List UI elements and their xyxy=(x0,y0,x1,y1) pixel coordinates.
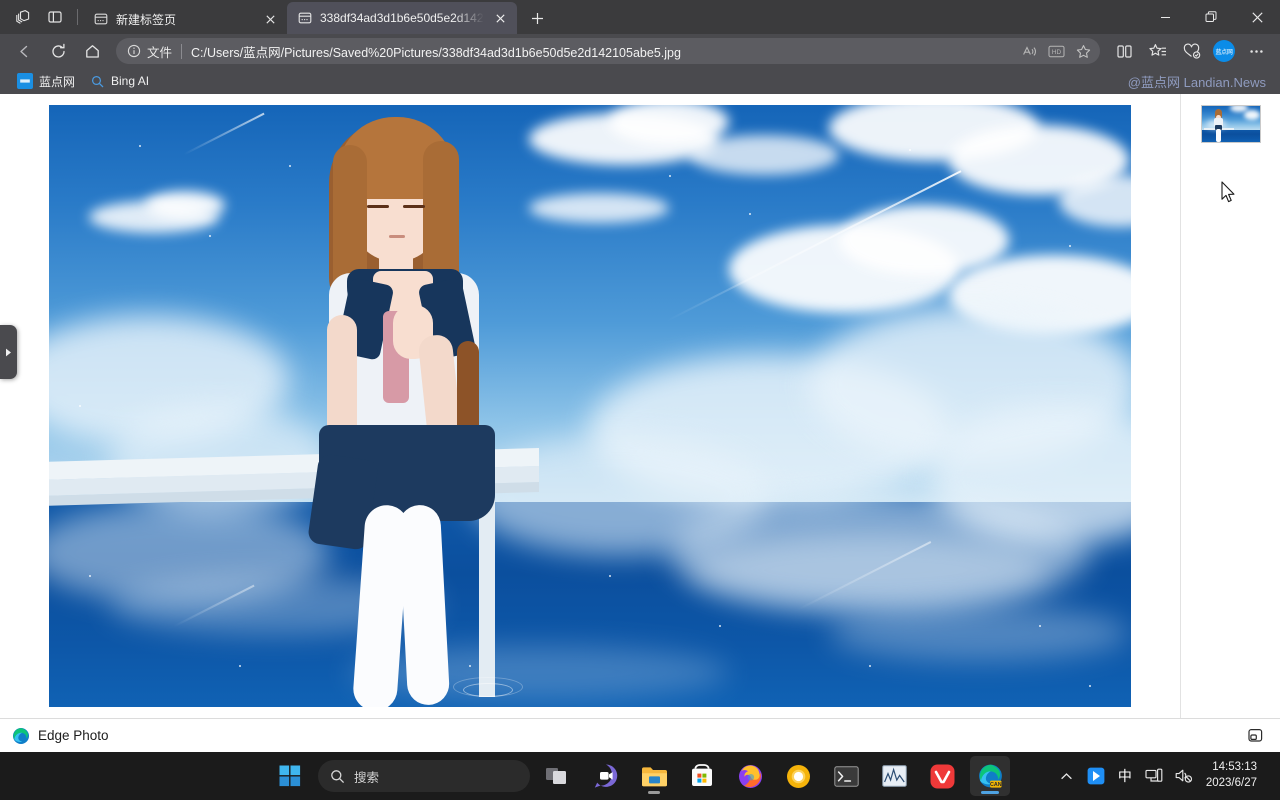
url-text: C:/Users/蓝点网/Pictures/Saved%20Pictures/3… xyxy=(191,45,681,60)
close-button[interactable] xyxy=(1234,0,1280,34)
terminal-icon[interactable] xyxy=(826,756,866,796)
picture-in-picture-icon[interactable] xyxy=(1242,724,1268,748)
ime-indicator[interactable]: 中 xyxy=(1112,756,1138,796)
store-icon[interactable] xyxy=(682,756,722,796)
search-icon xyxy=(330,769,345,784)
status-app-name: Edge Photo xyxy=(38,728,109,743)
bookmark-item-landian[interactable]: 蓝点网 xyxy=(10,71,82,92)
clock-date: 2023/6/27 xyxy=(1205,777,1257,789)
back-button[interactable] xyxy=(8,37,40,65)
expand-panel-arrow[interactable] xyxy=(0,325,17,379)
landian-favicon xyxy=(17,73,33,89)
network-icon[interactable] xyxy=(1140,756,1168,796)
url-scheme-label: 文件 xyxy=(147,45,173,60)
tab-close-icon[interactable] xyxy=(491,9,509,27)
illustration-figure xyxy=(277,105,567,707)
tab-title: 338df34ad3d1b6e50d5e2d14210 xyxy=(320,11,484,25)
svg-text:HD: HD xyxy=(1051,49,1061,56)
collections-icon[interactable] xyxy=(1176,37,1208,65)
tab-strip-left-controls xyxy=(0,0,83,34)
omnibox-divider xyxy=(181,43,183,59)
page-content xyxy=(0,94,1280,718)
bookmarks-bar: 蓝点网 Bing AI @蓝点网 Landian.News xyxy=(0,68,1280,94)
status-bar-actions xyxy=(1242,724,1268,748)
task-view-icon[interactable] xyxy=(538,756,578,796)
split-pane-icon[interactable] xyxy=(40,3,70,31)
firefox-icon[interactable] xyxy=(730,756,770,796)
vivaldi-icon[interactable] xyxy=(922,756,962,796)
site-watermark: @蓝点网 Landian.News xyxy=(1127,75,1266,90)
search-icon xyxy=(89,73,105,89)
displayed-image xyxy=(49,105,1131,707)
edge-icon xyxy=(12,727,30,745)
hd-badge-icon[interactable]: HD xyxy=(1043,40,1069,62)
address-bar[interactable]: 文件 C:/Users/蓝点网/Pictures/Saved%20Picture… xyxy=(116,38,1100,64)
svg-text:CAN: CAN xyxy=(989,781,1001,787)
tab-item[interactable]: 338df34ad3d1b6e50d5e2d14210 xyxy=(287,2,517,34)
info-icon[interactable] xyxy=(126,43,142,59)
bookmark-label: Bing AI xyxy=(111,74,150,88)
windows-taskbar: 搜索 CAN 中 14:53:13 2023/6/27 xyxy=(0,752,1280,800)
tab-item[interactable]: 新建标签页 xyxy=(83,4,287,34)
mouse-cursor xyxy=(1221,181,1237,209)
system-tray: 中 14:53:13 2023/6/27 xyxy=(1054,752,1280,800)
chevron-up-icon[interactable] xyxy=(1054,756,1080,796)
image-viewer[interactable] xyxy=(0,94,1180,718)
blue-app-icon[interactable] xyxy=(1082,756,1110,796)
toolbar-divider xyxy=(77,9,78,25)
tabs-container: 新建标签页 338df34ad3d1b6e50d5e2d14210 xyxy=(83,0,551,34)
speaker-muted-icon[interactable] xyxy=(1170,756,1198,796)
bookmark-item-bing-ai[interactable]: Bing AI xyxy=(82,71,156,91)
show-desktop-button[interactable] xyxy=(1267,756,1272,796)
favorites-icon[interactable] xyxy=(1142,37,1174,65)
omnibox-actions: HD xyxy=(1016,40,1096,62)
refresh-button[interactable] xyxy=(42,37,74,65)
tab-actions-icon[interactable] xyxy=(8,3,38,31)
browser-window: 新建标签页 338df34ad3d1b6e50d5e2d14210 文件 C:/… xyxy=(0,0,1280,752)
add-favorite-icon[interactable] xyxy=(1070,40,1096,62)
taskbar-clock[interactable]: 14:53:13 2023/6/27 xyxy=(1200,760,1265,791)
bookmark-label: 蓝点网 xyxy=(39,74,76,89)
image-thumbnail[interactable] xyxy=(1200,105,1261,143)
tab-close-icon[interactable] xyxy=(261,10,279,28)
restore-button[interactable] xyxy=(1188,0,1234,34)
search-placeholder: 搜索 xyxy=(354,770,380,785)
edge-canary-icon[interactable]: CAN xyxy=(970,756,1010,796)
split-screen-icon[interactable] xyxy=(1108,37,1140,65)
page-icon xyxy=(297,10,313,26)
windows-start-icon[interactable] xyxy=(270,756,310,796)
window-controls xyxy=(1142,0,1280,34)
teams-icon[interactable] xyxy=(586,756,626,796)
profile-avatar[interactable]: 蓝点网 xyxy=(1213,40,1235,62)
performance-icon[interactable] xyxy=(874,756,914,796)
page-icon xyxy=(93,11,109,27)
taskbar-search-box[interactable]: 搜索 xyxy=(318,760,530,792)
minimize-button[interactable] xyxy=(1142,0,1188,34)
folder-icon[interactable] xyxy=(634,756,674,796)
screen: 新建标签页 338df34ad3d1b6e50d5e2d14210 文件 C:/… xyxy=(0,0,1280,800)
clock-time: 14:53:13 xyxy=(1212,761,1257,774)
new-tab-button[interactable] xyxy=(523,4,551,32)
read-aloud-icon[interactable] xyxy=(1016,40,1042,62)
chrome-canary-icon[interactable] xyxy=(778,756,818,796)
browser-toolbar: 文件 C:/Users/蓝点网/Pictures/Saved%20Picture… xyxy=(0,34,1280,68)
home-button[interactable] xyxy=(76,37,108,65)
tab-title: 新建标签页 xyxy=(116,12,177,27)
status-bar: Edge Photo xyxy=(0,718,1280,752)
more-settings-icon[interactable] xyxy=(1240,37,1272,65)
taskbar-center-group: 搜索 CAN xyxy=(270,756,1010,796)
tab-strip: 新建标签页 338df34ad3d1b6e50d5e2d14210 xyxy=(0,0,1280,34)
